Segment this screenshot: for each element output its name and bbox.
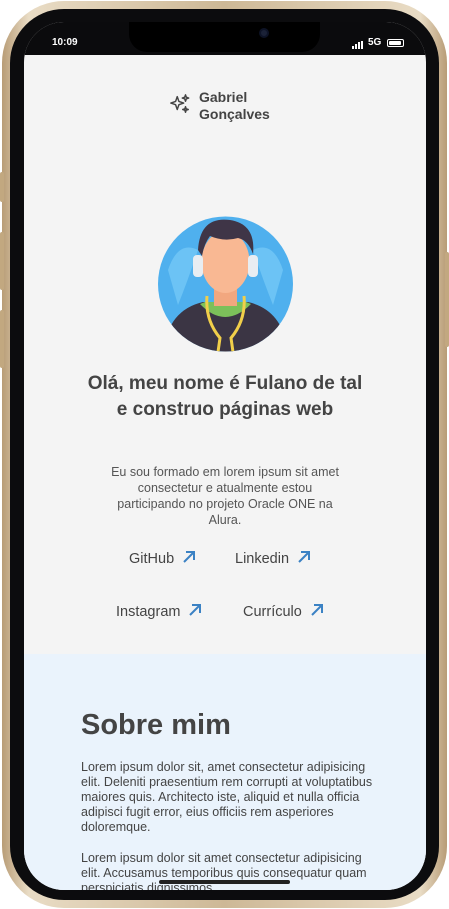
signal-icon: [352, 38, 364, 49]
about-paragraph: Lorem ipsum dolor sit amet consectetur a…: [81, 851, 367, 890]
curriculo-link[interactable]: Currículo: [243, 603, 324, 621]
notch: [129, 22, 320, 52]
arrow-up-right-icon: [310, 603, 324, 621]
instagram-link[interactable]: Instagram: [116, 603, 202, 621]
status-bar: 10:09 5G: [24, 22, 426, 55]
power-button: [445, 252, 449, 347]
link-label: Currículo: [243, 604, 302, 620]
battery-icon: [387, 39, 404, 47]
home-indicator[interactable]: [159, 880, 290, 884]
logo-name: Gabriel Gonçalves: [199, 89, 270, 123]
github-link[interactable]: GitHub: [129, 550, 196, 568]
logo[interactable]: Gabriel Gonçalves: [169, 89, 270, 123]
volume-down-button: [0, 310, 4, 368]
about-title: Sobre mim: [81, 709, 231, 741]
about-paragraph: Lorem ipsum dolor sit, amet consectetur …: [81, 760, 373, 834]
linkedin-link[interactable]: Linkedin: [235, 550, 311, 568]
arrow-up-right-icon: [297, 550, 311, 568]
network-label: 5G: [368, 37, 382, 48]
silent-switch: [0, 172, 4, 202]
logo-name-first: Gabriel: [199, 89, 248, 105]
phone-screen: 10:09 5G Gabriel Gonçalves Olá, meu nome…: [24, 22, 426, 890]
link-label: Linkedin: [235, 551, 290, 567]
volume-up-button: [0, 232, 4, 290]
profile-avatar: [158, 210, 293, 352]
camera-icon: [259, 28, 269, 38]
status-time: 10:09: [52, 37, 78, 48]
sparkles-icon: [169, 93, 191, 120]
arrow-up-right-icon: [182, 550, 196, 568]
hero-title: Olá, meu nome é Fulano de tal e construo…: [87, 373, 363, 420]
hero-description: Eu sou formado em lorem ipsum sit amet c…: [111, 465, 339, 527]
about-section: Sobre mim Lorem ipsum dolor sit, amet co…: [24, 654, 426, 890]
link-label: Instagram: [116, 604, 181, 620]
logo-name-last: Gonçalves: [199, 106, 270, 122]
link-label: GitHub: [129, 551, 175, 567]
arrow-up-right-icon: [188, 603, 202, 621]
